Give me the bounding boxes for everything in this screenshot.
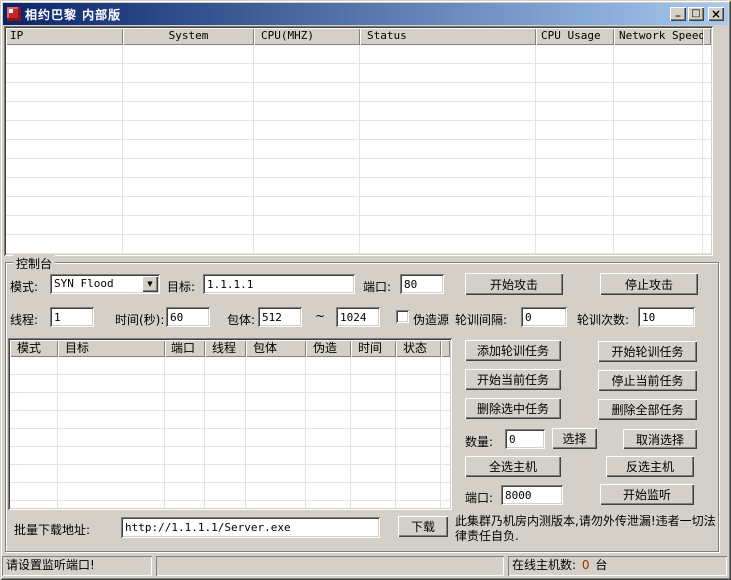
app-icon [7, 7, 21, 21]
listen-port-input[interactable] [501, 485, 563, 505]
grid-vline [359, 45, 360, 254]
stop-current-task-button[interactable]: 停止当前任务 [598, 370, 697, 391]
time-input[interactable] [166, 307, 210, 327]
task-column-threads[interactable]: 线程 [205, 340, 246, 357]
start-listen-button[interactable]: 开始监听 [600, 484, 694, 505]
select-button[interactable]: 选择 [552, 428, 597, 449]
start-attack-button[interactable]: 开始攻击 [465, 273, 563, 295]
grid-vline [57, 357, 58, 508]
column-header-stub [703, 28, 711, 45]
minimize-icon: _ [676, 7, 681, 17]
online-hosts-label: 在线主机数: [512, 558, 576, 572]
mode-dropdown-button[interactable]: ▼ [142, 276, 158, 292]
grid-vline [253, 45, 254, 254]
grid-vline [164, 357, 165, 508]
invert-hosts-button[interactable]: 反选主机 [606, 456, 694, 477]
hosts-table[interactable]: IP System CPU(MHZ) Status CPU Usage Netw… [4, 26, 713, 256]
spoof-source-checkbox[interactable] [396, 310, 409, 323]
listen-port-label: 端口: [465, 489, 493, 506]
target-label: 目标: [167, 278, 195, 295]
column-header-cpu[interactable]: CPU(MHZ) [254, 28, 360, 45]
task-column-mode[interactable]: 模式 [10, 340, 58, 357]
tasks-table-header: 模式 目标 端口 线程 包体 伪造 时间 状态 [10, 340, 450, 357]
poll-rounds-input[interactable] [638, 307, 695, 327]
poll-rounds-label: 轮训次数: [577, 311, 629, 328]
mode-value: SYN Flood [54, 277, 114, 290]
download-button[interactable]: 下载 [398, 516, 448, 537]
spoof-source-label: 伪造源 [413, 311, 449, 328]
attack-port-input[interactable] [400, 274, 444, 294]
column-header-network-speed[interactable]: Network Speed [614, 28, 703, 45]
hosts-table-header: IP System CPU(MHZ) Status CPU Usage Netw… [6, 28, 711, 45]
minimize-button[interactable]: _ [670, 7, 686, 21]
online-hosts-suffix: 台 [595, 558, 607, 572]
column-header-status[interactable]: Status [360, 28, 536, 45]
grid-vline [350, 357, 351, 508]
packet-min-input[interactable] [258, 307, 302, 327]
select-all-hosts-button[interactable]: 全选主机 [465, 456, 561, 477]
grid-vline [305, 357, 306, 508]
tasks-table-body[interactable] [10, 357, 450, 508]
poll-interval-label: 轮训间隔: [455, 311, 507, 328]
time-label: 时间(秒): [115, 311, 164, 328]
grid-vline [440, 357, 441, 508]
packet-range-tilde: ~ [315, 309, 325, 323]
statusbar-message: 请设置监听端口! [6, 558, 95, 572]
warning-text: 此集群乃机房内测版本,请勿外传泄漏!违者一切法律责任自负. [455, 514, 725, 544]
column-header-system[interactable]: System [123, 28, 254, 45]
start-poll-button[interactable]: 开始轮训任务 [598, 341, 697, 362]
count-input[interactable] [505, 429, 545, 449]
console-title: 控制台 [13, 255, 55, 272]
delete-all-tasks-button[interactable]: 删除全部任务 [598, 399, 697, 420]
mode-label: 模式: [10, 278, 38, 295]
start-current-task-button[interactable]: 开始当前任务 [465, 369, 561, 390]
poll-interval-input[interactable] [521, 307, 567, 327]
grid-vline [122, 45, 123, 254]
grid-vline [395, 357, 396, 508]
hosts-table-body[interactable] [6, 45, 711, 254]
download-url-label: 批量下载地址: [14, 521, 90, 538]
count-label: 数量: [465, 433, 493, 450]
attack-port-label: 端口: [363, 278, 391, 295]
grid-vline [613, 45, 614, 254]
stop-attack-button[interactable]: 停止攻击 [600, 273, 698, 295]
packet-max-input[interactable] [336, 307, 380, 327]
grid-vline [702, 45, 703, 254]
statusbar-message-panel: 请设置监听端口! [2, 556, 152, 576]
app-window: 相约巴黎 内部版 _ □ × IP System CPU(MHZ) Status… [0, 0, 731, 580]
threads-label: 线程: [10, 311, 38, 328]
column-header-ip[interactable]: IP [6, 28, 123, 45]
column-header-cpu-usage[interactable]: CPU Usage [536, 28, 614, 45]
delete-selected-task-button[interactable]: 删除选中任务 [465, 398, 561, 419]
target-input[interactable] [203, 274, 355, 294]
statusbar-middle-panel [156, 556, 504, 576]
task-column-target[interactable]: 目标 [58, 340, 165, 357]
close-icon: × [711, 9, 721, 19]
statusbar-hosts-panel: 在线主机数: 0 台 [508, 556, 727, 576]
task-column-status[interactable]: 状态 [396, 340, 441, 357]
window-title: 相约巴黎 内部版 [25, 6, 121, 23]
window-controls: _ □ × [670, 7, 724, 21]
tasks-table[interactable]: 模式 目标 端口 线程 包体 伪造 时间 状态 [8, 338, 452, 510]
online-hosts-count: 0 [580, 558, 592, 572]
task-column-port[interactable]: 端口 [165, 340, 205, 357]
grid-vline [245, 357, 246, 508]
grid-vline [535, 45, 536, 254]
add-task-button[interactable]: 添加轮训任务 [465, 340, 561, 361]
grid-vline [204, 357, 205, 508]
download-url-input[interactable] [121, 517, 380, 538]
maximize-button[interactable]: □ [688, 7, 704, 21]
close-button[interactable]: × [708, 7, 724, 21]
mode-select[interactable]: SYN Flood ▼ [50, 274, 160, 294]
titlebar[interactable]: 相约巴黎 内部版 _ □ × [3, 3, 728, 25]
packet-label: 包体: [227, 311, 255, 328]
deselect-button[interactable]: 取消选择 [623, 429, 697, 449]
chevron-down-icon: ▼ [147, 281, 152, 288]
task-column-time[interactable]: 时间 [351, 340, 396, 357]
task-column-packet[interactable]: 包体 [246, 340, 306, 357]
maximize-icon: □ [691, 9, 700, 19]
threads-input[interactable] [50, 307, 94, 327]
task-column-stub [441, 340, 450, 357]
task-column-spoof[interactable]: 伪造 [306, 340, 351, 357]
